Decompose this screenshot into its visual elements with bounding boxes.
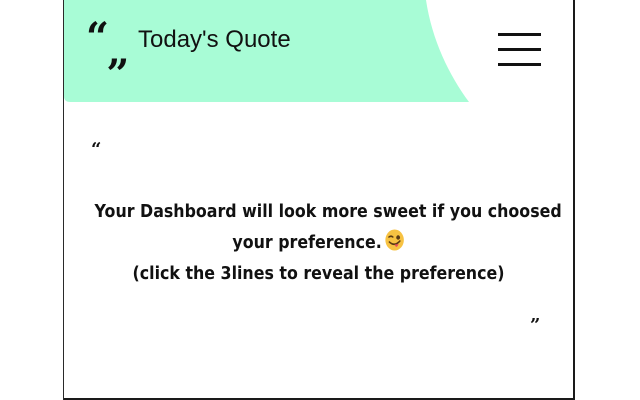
quote-line-2: your preference. xyxy=(95,227,543,258)
menu-button[interactable] xyxy=(496,30,542,70)
winking-face-with-tongue-icon xyxy=(385,229,405,251)
hamburger-menu-icon xyxy=(496,30,542,70)
menu-bar-middle xyxy=(498,48,541,51)
page-title: Today's Quote xyxy=(138,26,291,53)
close-quote-glyph: „ xyxy=(107,28,130,75)
quote-line-1: Your Dashboard will look more sweet if y… xyxy=(94,201,562,222)
quote-text: Your Dashboard will look more sweet if y… xyxy=(94,196,562,289)
open-quote-glyph: “ xyxy=(86,14,109,61)
menu-bar-bottom xyxy=(498,63,541,66)
menu-bar-top xyxy=(498,33,541,36)
quote-card: “„ Today's Quote “ Your Dashboard will l… xyxy=(64,0,575,400)
quote-line-3: (click the 3lines to reveal the preferen… xyxy=(132,263,505,284)
quote-logo-icon: “„ xyxy=(86,18,130,72)
close-quote-mark: ” xyxy=(530,315,541,336)
quote-line-2-text: your preference. xyxy=(232,232,382,253)
open-quote-mark: “ xyxy=(91,139,102,160)
